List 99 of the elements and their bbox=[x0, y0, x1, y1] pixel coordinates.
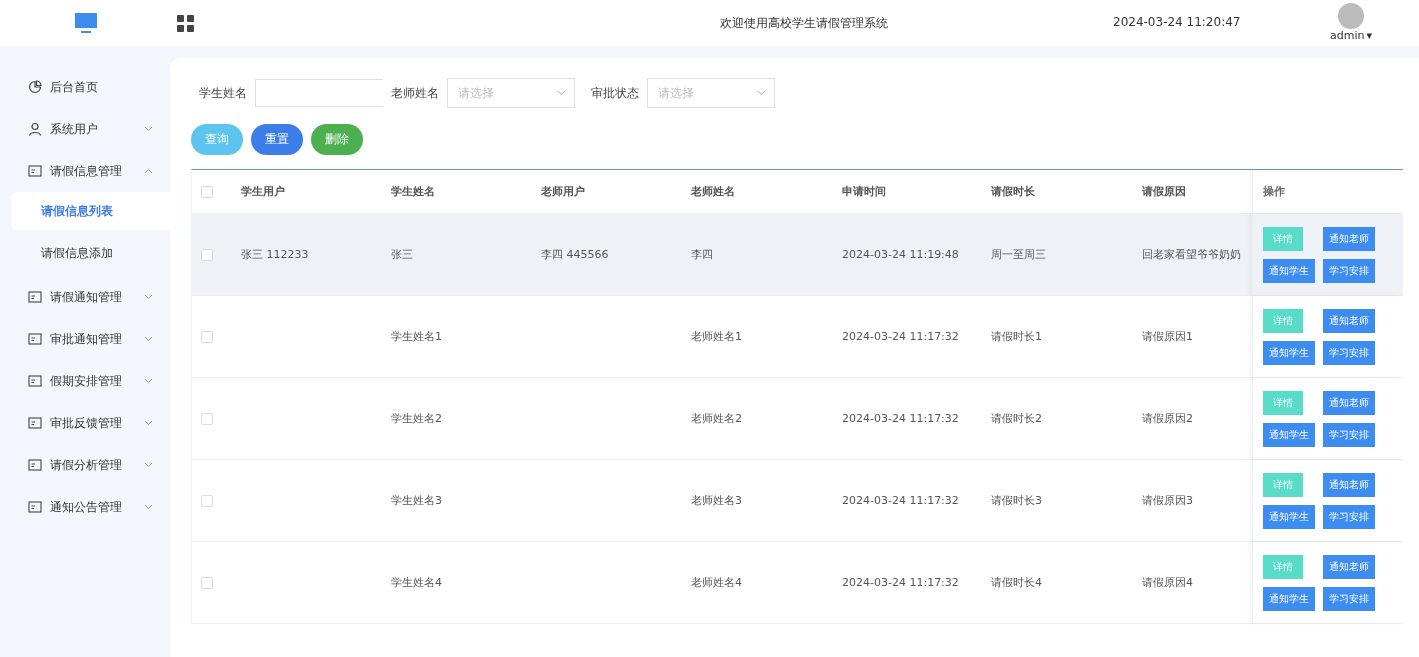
table-row[interactable]: 学生姓名3 老师姓名3 2024-03-24 11:17:32 请假时长3 请假原因3 详情 通知老师 通知学生 学习安排 bbox=[192, 460, 1403, 542]
column-header: 学生姓名 bbox=[391, 184, 436, 199]
table-cell-text: 2024-03-24 11:19:48 bbox=[842, 248, 960, 261]
table-cell-text: 李四 bbox=[691, 247, 714, 262]
sidebar-subitem[interactable]: 请假信息列表 bbox=[11, 192, 170, 230]
sidebar-item[interactable]: 审批通知管理 bbox=[0, 318, 170, 360]
action-button[interactable]: 学习安排 bbox=[1323, 504, 1375, 529]
table-cell-text: 张三 112233 bbox=[241, 247, 310, 262]
chevron-icon bbox=[557, 90, 566, 96]
table-cell-text: 请假原因1 bbox=[1142, 329, 1194, 344]
column-header: 操作 bbox=[1263, 184, 1285, 199]
select-field[interactable]: 请选择 bbox=[647, 78, 775, 108]
action-button[interactable]: 学习安排 bbox=[1323, 586, 1375, 611]
table-cell-text: 张三 bbox=[391, 247, 414, 262]
action-button[interactable]: 学习安排 bbox=[1323, 258, 1375, 283]
caret-icon[interactable]: ▾ bbox=[1366, 29, 1372, 42]
row-checkbox[interactable] bbox=[201, 412, 213, 425]
form-icon bbox=[28, 500, 42, 514]
sidebar-subitem[interactable]: 请假信息添加 bbox=[11, 234, 170, 272]
select-field[interactable]: 请选择 bbox=[447, 78, 575, 108]
column-header: 老师姓名 bbox=[691, 184, 736, 199]
table-cell-text: 老师姓名2 bbox=[691, 411, 743, 426]
action-button[interactable]: 通知老师 bbox=[1323, 472, 1375, 497]
column-header: 学生用户 bbox=[241, 184, 286, 199]
grid-icon[interactable] bbox=[177, 14, 194, 32]
current-datetime: 2024-03-24 11:20:47 bbox=[1113, 15, 1241, 29]
filter-label: 老师姓名 bbox=[391, 84, 439, 102]
form-icon bbox=[28, 332, 42, 346]
query-button[interactable]: 查询 bbox=[191, 124, 243, 155]
sidebar-item[interactable]: 假期安排管理 bbox=[0, 360, 170, 402]
table-cell-text: 2024-03-24 11:17:32 bbox=[842, 412, 960, 425]
table-row[interactable]: 学生姓名2 老师姓名2 2024-03-24 11:17:32 请假时长2 请假原因2 详情 通知老师 通知学生 学习安排 bbox=[192, 378, 1403, 460]
sidebar-item[interactable]: 请假通知管理 bbox=[0, 276, 170, 318]
form-icon bbox=[28, 416, 42, 430]
table-cell-text: 请假原因3 bbox=[1142, 493, 1194, 508]
row-checkbox[interactable] bbox=[201, 248, 213, 261]
form-icon bbox=[28, 458, 42, 472]
table-cell-text: 请假时长1 bbox=[991, 329, 1043, 344]
system-title: 欢迎使用高校学生请假管理系统 bbox=[720, 15, 888, 32]
column-header: 老师用户 bbox=[541, 184, 586, 199]
action-button[interactable]: 通知老师 bbox=[1323, 226, 1375, 251]
sidebar-item[interactable]: 通知公告管理 bbox=[0, 486, 170, 528]
table-cell-text: 回老家看望爷爷奶奶 bbox=[1142, 247, 1242, 262]
delete-button[interactable]: 删除 bbox=[311, 124, 363, 155]
user-icon bbox=[28, 122, 42, 136]
row-checkbox[interactable] bbox=[201, 576, 213, 589]
sidebar-item[interactable]: 请假信息管理 bbox=[0, 150, 170, 192]
row-checkbox[interactable] bbox=[201, 330, 213, 343]
username[interactable]: admin bbox=[1330, 29, 1365, 42]
reset-button[interactable]: 重置 bbox=[251, 124, 303, 155]
form-icon bbox=[28, 290, 42, 304]
table-cell-text: 请假时长2 bbox=[991, 411, 1043, 426]
chevron-icon bbox=[757, 90, 766, 96]
row-checkbox[interactable] bbox=[201, 494, 213, 507]
action-button[interactable]: 通知老师 bbox=[1323, 308, 1375, 333]
table-row[interactable]: 学生姓名1 老师姓名1 2024-03-24 11:17:32 请假时长1 请假原因1 详情 通知老师 通知学生 学习安排 bbox=[192, 296, 1403, 378]
table-cell-text: 学生姓名1 bbox=[391, 329, 443, 344]
monitor-icon bbox=[74, 12, 98, 34]
sidebar-item[interactable]: 请假分析管理 bbox=[0, 444, 170, 486]
column-header: 申请时间 bbox=[842, 184, 887, 199]
action-button[interactable]: 通知学生 bbox=[1263, 504, 1315, 529]
table-row[interactable]: 学生姓名4 老师姓名4 2024-03-24 11:17:32 请假时长4 请假原因4 详情 通知老师 通知学生 学习安排 bbox=[192, 542, 1403, 624]
action-button[interactable]: 通知学生 bbox=[1263, 422, 1315, 447]
input-field[interactable] bbox=[255, 79, 383, 107]
table-row[interactable]: 张三 112233 张三 李四 445566 李四 2024-03-24 11:19:48 周一至周三 回老家看望爷爷奶奶 详情 通知老师 通知学生 学习安排 bbox=[192, 214, 1403, 296]
select-all-checkbox[interactable] bbox=[201, 185, 213, 198]
action-button[interactable]: 通知学生 bbox=[1263, 258, 1315, 283]
table-cell-text: 学生姓名2 bbox=[391, 411, 443, 426]
table-cell-text: 2024-03-24 11:17:32 bbox=[842, 494, 960, 507]
table-cell-text: 周一至周三 bbox=[991, 247, 1047, 262]
table-cell-text: 请假时长3 bbox=[991, 493, 1043, 508]
sidebar-item[interactable]: 审批反馈管理 bbox=[0, 402, 170, 444]
form-icon bbox=[28, 374, 42, 388]
table-cell-text: 老师姓名3 bbox=[691, 493, 743, 508]
filter-label: 学生姓名 bbox=[199, 84, 247, 102]
filter-label: 审批状态 bbox=[591, 84, 639, 102]
column-header: 请假时长 bbox=[991, 184, 1036, 199]
action-button[interactable]: 学习安排 bbox=[1323, 422, 1375, 447]
sidebar-item[interactable]: 系统用户 bbox=[0, 108, 170, 150]
table-cell-text: 李四 445566 bbox=[541, 247, 610, 262]
pie-chart-icon bbox=[28, 80, 42, 94]
table-cell-text: 学生姓名4 bbox=[391, 575, 443, 590]
form-icon bbox=[28, 164, 42, 178]
avatar[interactable] bbox=[1338, 3, 1364, 29]
table-cell-text: 请假原因2 bbox=[1142, 411, 1194, 426]
sidebar-item[interactable]: 后台首页 bbox=[0, 66, 170, 108]
table-cell-text: 请假原因4 bbox=[1142, 575, 1194, 590]
table-cell-text: 学生姓名3 bbox=[391, 493, 443, 508]
action-button[interactable]: 通知老师 bbox=[1323, 390, 1375, 415]
table-cell-text: 请假时长4 bbox=[991, 575, 1043, 590]
action-button[interactable]: 通知学生 bbox=[1263, 586, 1315, 611]
action-button[interactable]: 通知学生 bbox=[1263, 340, 1315, 365]
action-button[interactable]: 学习安排 bbox=[1323, 340, 1375, 365]
table-cell-text: 老师姓名1 bbox=[691, 329, 743, 344]
action-button[interactable]: 通知老师 bbox=[1323, 554, 1375, 579]
column-header: 请假原因 bbox=[1142, 184, 1187, 199]
table-cell-text: 2024-03-24 11:17:32 bbox=[842, 576, 960, 589]
table-cell-text: 2024-03-24 11:17:32 bbox=[842, 330, 960, 343]
table-cell-text: 老师姓名4 bbox=[691, 575, 743, 590]
